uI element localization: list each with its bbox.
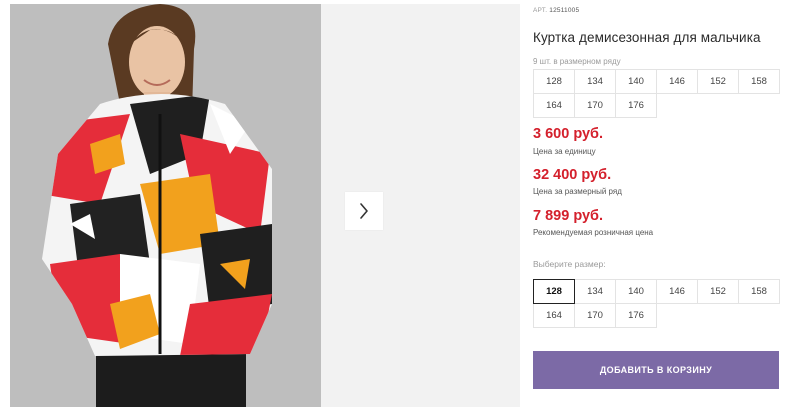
sku-value: 12511005 xyxy=(549,7,580,14)
pack-size-cell: 146 xyxy=(656,69,698,94)
size-option[interactable]: 176 xyxy=(615,303,657,328)
add-to-cart-button[interactable]: ДОБАВИТЬ В КОРЗИНУ xyxy=(533,351,779,389)
product-title: Куртка демисезонная для мальчика xyxy=(533,30,761,45)
pack-price-caption: Цена за размерный ряд xyxy=(533,187,622,196)
pack-size-cell: 152 xyxy=(697,69,739,94)
pack-size-cell: 140 xyxy=(615,69,657,94)
gallery-next-button[interactable] xyxy=(345,192,383,230)
size-option[interactable]: 146 xyxy=(656,279,698,304)
size-option[interactable]: 140 xyxy=(615,279,657,304)
pack-size-grid: 128 134 140 146 152 158 164 170 176 xyxy=(533,69,780,118)
pack-size-cell: 158 xyxy=(738,69,780,94)
size-picker-label: Выберите размер: xyxy=(533,259,606,269)
size-picker: 128 134 140 146 152 158 164 170 176 xyxy=(533,279,780,328)
sku: АРТ. 12511005 xyxy=(533,7,579,14)
size-option[interactable]: 170 xyxy=(574,303,616,328)
pack-size-cell: 128 xyxy=(533,69,575,94)
size-option[interactable]: 134 xyxy=(574,279,616,304)
product-gallery xyxy=(10,4,520,407)
sku-label: АРТ. xyxy=(533,7,548,14)
unit-price: 3 600 руб. xyxy=(533,126,604,142)
size-option[interactable]: 164 xyxy=(533,303,575,328)
retail-price-caption: Рекомендуемая розничная цена xyxy=(533,228,654,237)
retail-price: 7 899 руб. xyxy=(533,208,604,224)
product-photo-illustration xyxy=(10,4,321,407)
size-option[interactable]: 158 xyxy=(738,279,780,304)
pack-size-cell: 164 xyxy=(533,93,575,118)
pack-size-cell: 176 xyxy=(615,93,657,118)
product-photo[interactable] xyxy=(10,4,321,407)
unit-price-caption: Цена за единицу xyxy=(533,147,596,156)
size-option-selected[interactable]: 128 xyxy=(533,279,575,304)
pack-size-cell: 170 xyxy=(574,93,616,118)
pack-size-note: 9 шт. в размерном ряду xyxy=(533,57,621,66)
pack-size-cell: 134 xyxy=(574,69,616,94)
size-option[interactable]: 152 xyxy=(697,279,739,304)
pack-price: 32 400 руб. xyxy=(533,167,612,183)
chevron-right-icon xyxy=(360,203,368,219)
